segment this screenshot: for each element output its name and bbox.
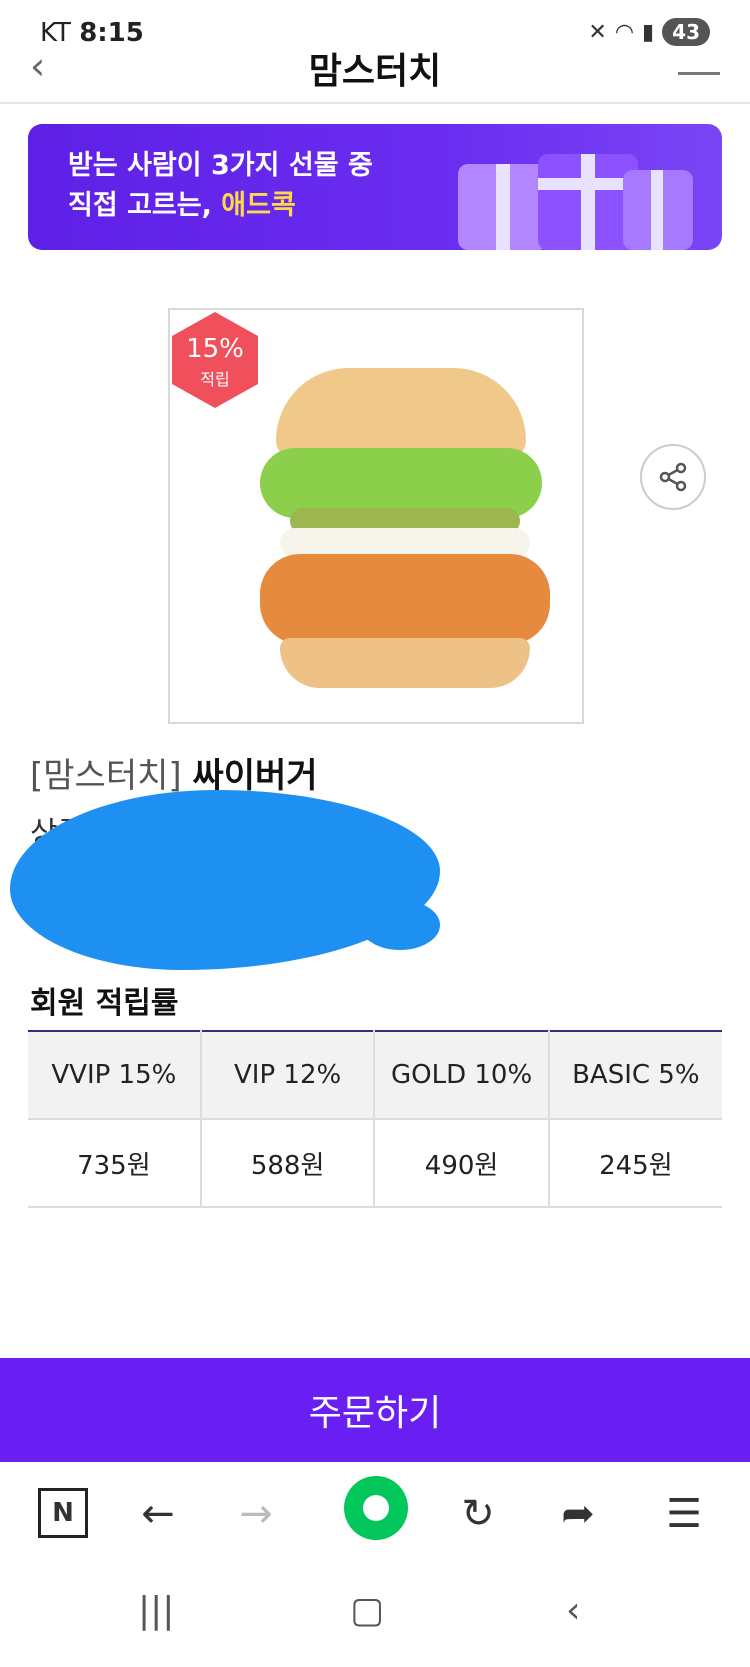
share-icon xyxy=(659,462,687,492)
product-title: [맘스터치] 싸이버거 xyxy=(30,748,318,797)
back-arrow-icon[interactable]: ← xyxy=(128,1486,188,1542)
tier-header: VVIP 15% xyxy=(28,1031,202,1120)
product-image: 15% 적립 xyxy=(168,308,584,724)
share-arrow-icon[interactable]: ➦ xyxy=(548,1486,608,1542)
tier-value: 588원 xyxy=(200,1119,376,1208)
rewards-section-title: 회원 적립률 xyxy=(30,986,179,1021)
banner-line-1: 받는 사람이 3가지 선물 중 xyxy=(68,150,373,181)
burger-illustration xyxy=(220,368,550,688)
green-dot-icon xyxy=(363,1495,389,1521)
tier-value: 245원 xyxy=(548,1119,722,1208)
hamburger-menu-icon[interactable]: ☰ xyxy=(654,1486,714,1542)
naver-home-button[interactable]: N xyxy=(38,1488,88,1538)
promo-banner[interactable]: 받는 사람이 3가지 선물 중 직접 고르는, 애드콕 xyxy=(28,124,722,250)
gift-box-icon xyxy=(458,164,548,250)
product-brand: [맘스터치] xyxy=(30,756,182,796)
badge-percent: 15% xyxy=(186,334,244,364)
rewards-table: VVIP 15% VIP 12% GOLD 10% BASIC 5% 735원 … xyxy=(28,1030,722,1208)
tier-value: 735원 xyxy=(28,1119,202,1208)
share-button[interactable] xyxy=(640,444,706,510)
banner-text: 받는 사람이 3가지 선물 중 직접 고르는, 애드콕 xyxy=(68,146,373,226)
home-icon[interactable]: ▢ xyxy=(350,1590,384,1631)
menu-icon[interactable] xyxy=(678,48,720,75)
banner-line-2: 직접 고르는, 애드콕 xyxy=(68,186,373,226)
order-button[interactable]: 주문하기 xyxy=(0,1358,750,1462)
banner-brand-highlight: 애드콕 xyxy=(221,190,296,221)
tier-value: 490원 xyxy=(374,1119,550,1208)
browser-toolbar: N ← → ↻ ➦ ☰ xyxy=(0,1462,750,1566)
app-header: ‹ 맘스터치 xyxy=(0,36,750,104)
gift-box-icon xyxy=(623,170,693,250)
recent-apps-icon[interactable]: ||| xyxy=(138,1590,174,1631)
table-row: 735원 588원 490원 245원 xyxy=(28,1119,722,1208)
tier-header: GOLD 10% xyxy=(374,1031,550,1120)
page-title: 맘스터치 xyxy=(308,51,442,92)
tier-header: BASIC 5% xyxy=(548,1031,722,1120)
tier-header: VIP 12% xyxy=(200,1031,376,1120)
naver-green-dot-button[interactable] xyxy=(344,1476,408,1540)
forward-arrow-icon[interactable]: → xyxy=(226,1486,286,1542)
system-back-icon[interactable]: ‹ xyxy=(566,1590,580,1631)
table-header-row: VVIP 15% VIP 12% GOLD 10% BASIC 5% xyxy=(28,1031,722,1120)
redaction-overlay xyxy=(360,900,440,950)
system-nav-bar: ||| ▢ ‹ xyxy=(0,1566,750,1667)
banner-line-2-prefix: 직접 고르는, xyxy=(68,190,212,221)
refresh-icon[interactable]: ↻ xyxy=(448,1486,508,1542)
